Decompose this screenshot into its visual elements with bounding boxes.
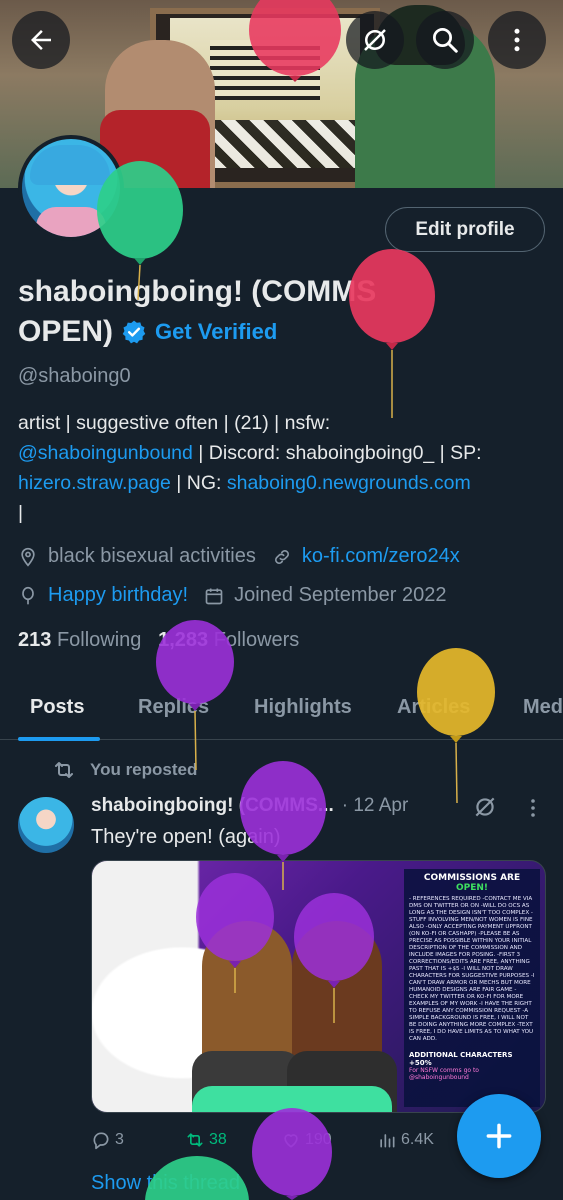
post-author-avatar[interactable] xyxy=(18,797,74,853)
birthday-balloon-purple-5 xyxy=(252,1108,332,1200)
views-button[interactable]: 6.4K xyxy=(377,1130,434,1150)
birthday-balloon-purple-4 xyxy=(294,893,374,1023)
profile-name-line2: OPEN) xyxy=(18,315,114,348)
media-info-footer: ADDITIONAL CHARACTERS +50% xyxy=(409,1051,513,1067)
profile-website-link[interactable]: ko-fi.com/zero24x xyxy=(302,545,460,568)
back-button[interactable] xyxy=(12,11,70,69)
view-count: 6.4K xyxy=(401,1131,434,1148)
bio-link-nsfw-account[interactable]: @shaboingunbound xyxy=(18,442,193,464)
media-title-b: OPEN! xyxy=(455,883,489,893)
birthday-balloon-purple-1 xyxy=(156,620,234,770)
following-label: Following xyxy=(56,629,142,651)
link-icon xyxy=(274,549,289,564)
tab-highlights[interactable]: Highlights xyxy=(254,696,352,719)
reply-button[interactable]: 3 xyxy=(91,1130,124,1150)
grok-icon xyxy=(364,29,386,51)
profile-location-row: black bisexual activities ko-fi.com/zero… xyxy=(18,545,460,568)
post-more-icon[interactable] xyxy=(527,796,539,820)
media-title-a: COMMISSIONS ARE xyxy=(423,873,521,883)
tab-media[interactable]: Med xyxy=(523,696,563,719)
location-pin-icon xyxy=(21,547,35,567)
profile-handle: @shaboing0 xyxy=(18,365,131,387)
bio-text-ng: | NG: xyxy=(170,472,227,494)
verified-badge-icon xyxy=(122,320,146,344)
bio-link-strawpage[interactable]: hizero.straw.page xyxy=(18,472,171,494)
edit-profile-button[interactable]: Edit profile xyxy=(385,207,545,252)
grok-button[interactable] xyxy=(346,11,404,69)
get-verified-link[interactable]: Get Verified xyxy=(155,312,277,352)
profile-location: black bisexual activities xyxy=(48,545,256,567)
arrow-left-icon xyxy=(31,30,51,50)
repost-button[interactable]: 38 xyxy=(185,1130,227,1150)
profile-dates-row: Happy birthday! Joined September 2022 xyxy=(18,584,446,607)
birthday-balloon-green xyxy=(97,161,183,300)
search-button[interactable] xyxy=(416,11,474,69)
tab-active-indicator xyxy=(18,737,100,741)
tab-posts[interactable]: Posts xyxy=(30,696,84,719)
birthday-balloon-red xyxy=(349,249,435,418)
bio-link-newgrounds[interactable]: shaboing0.newgrounds.com xyxy=(227,472,471,494)
views-chart-icon xyxy=(380,1134,395,1148)
bio-tail: | xyxy=(18,502,24,524)
reply-count: 3 xyxy=(115,1131,124,1148)
media-info-footer-nsfw: For NSFW comms go to @shaboingunbound xyxy=(409,1067,479,1081)
following-link[interactable]: 213 Following xyxy=(18,629,141,651)
following-count: 213 xyxy=(18,629,52,651)
profile-joined: Joined September 2022 xyxy=(234,584,447,606)
profile-bio: artist | suggestive often | (21) | nsfw:… xyxy=(18,408,553,528)
repost-count: 38 xyxy=(209,1131,227,1148)
more-vertical-icon xyxy=(514,28,520,52)
birthday-balloon-red-top xyxy=(249,0,341,82)
media-info-body: - References required -Contact me via DM… xyxy=(409,896,535,1042)
bio-line1: artist | suggestive often | (21) | nsfw: xyxy=(18,412,331,434)
media-info-title: COMMISSIONS ARE OPEN! xyxy=(409,873,535,893)
birthday-balloon-purple-3 xyxy=(196,873,274,993)
repost-icon xyxy=(55,762,73,778)
reply-icon xyxy=(93,1132,109,1150)
post-date[interactable]: · 12 Apr xyxy=(342,795,409,817)
birthday-balloon-yellow xyxy=(417,648,495,803)
birthday-balloon-green-bottom xyxy=(145,1156,249,1200)
compose-post-button[interactable] xyxy=(457,1094,541,1178)
birthday-balloon-purple-2 xyxy=(240,761,326,890)
balloon-icon xyxy=(22,586,34,604)
bio-text-discord: | Discord: shaboingboing0_ | SP: xyxy=(192,442,482,464)
more-button[interactable] xyxy=(488,11,546,69)
birthday-link[interactable]: Happy birthday! xyxy=(48,584,188,607)
search-icon xyxy=(433,28,458,53)
repost-icon xyxy=(187,1133,203,1147)
calendar-icon xyxy=(205,588,223,604)
media-info-panel: COMMISSIONS ARE OPEN! - References requi… xyxy=(404,869,540,1107)
plus-icon xyxy=(486,1123,512,1149)
